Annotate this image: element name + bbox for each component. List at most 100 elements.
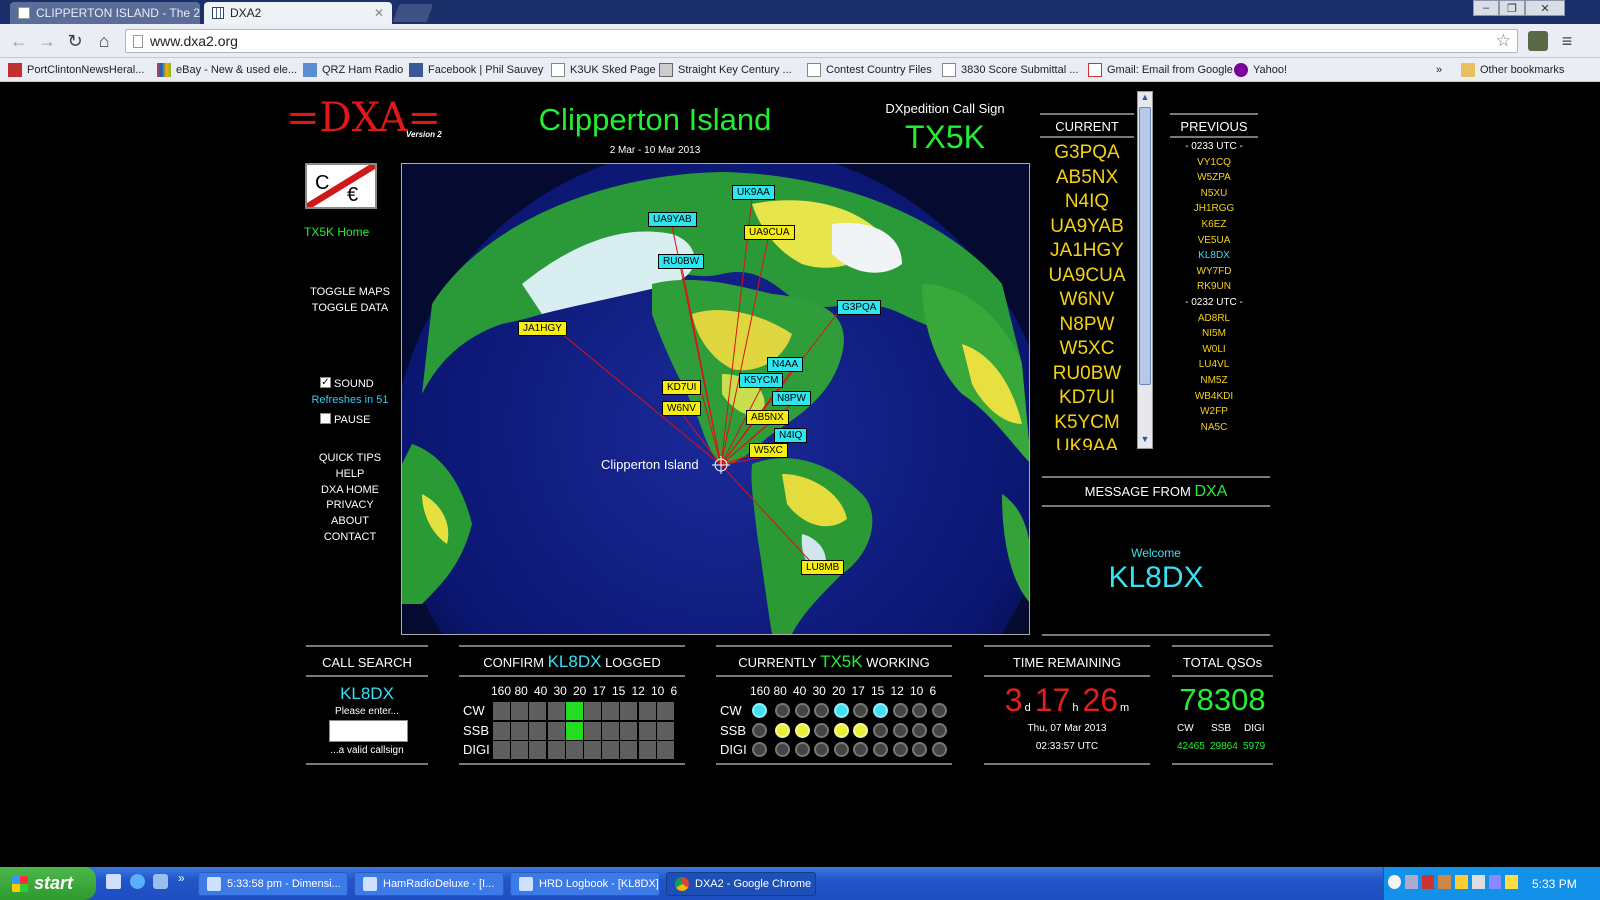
previous-call[interactable]: NI5M	[1164, 326, 1264, 342]
nav-dxa-home[interactable]: DXA HOME	[300, 484, 400, 496]
current-call[interactable]: AB5NX	[1040, 165, 1134, 190]
taskbar-item[interactable]: HRD Logbook - [KL8DX]	[510, 872, 660, 896]
previous-call[interactable]: RK9UN	[1164, 279, 1264, 295]
nav-contact[interactable]: CONTACT	[300, 531, 400, 543]
current-call[interactable]: UA9CUA	[1040, 263, 1134, 288]
bookmark-item[interactable]: Gmail: Email from Google	[1088, 62, 1233, 78]
bookmarks-overflow[interactable]: »	[1436, 62, 1442, 78]
previous-call[interactable]: K6EZ	[1164, 217, 1264, 233]
bookmark-item[interactable]: eBay - New & used ele...	[157, 62, 297, 78]
bookmark-item[interactable]: PortClintonNewsHeral...	[8, 62, 144, 78]
previous-call[interactable]: LU4VL	[1164, 357, 1264, 373]
quicklaunch-icon[interactable]	[153, 874, 168, 889]
current-call[interactable]: RU0BW	[1040, 361, 1134, 386]
star-icon[interactable]: ☆	[1496, 31, 1511, 51]
bookmark-item[interactable]: Straight Key Century ...	[659, 62, 792, 78]
tray-icon[interactable]	[1505, 875, 1518, 889]
previous-call[interactable]: VE5UA	[1164, 233, 1264, 249]
current-call[interactable]: KD7UI	[1040, 385, 1134, 410]
previous-call[interactable]: VY1CQ	[1164, 155, 1264, 171]
ie-icon[interactable]	[130, 874, 145, 889]
scroll-up-icon[interactable]: ▲	[1138, 92, 1152, 106]
bookmark-item[interactable]: K3UK Sked Page	[551, 62, 656, 78]
scroll-thumb[interactable]	[1139, 107, 1151, 385]
nav-privacy[interactable]: PRIVACY	[300, 499, 400, 511]
sound-checkbox[interactable]: ✓	[320, 377, 331, 388]
taskbar-item[interactable]: HamRadioDeluxe - [I...	[354, 872, 504, 896]
current-call[interactable]: G3PQA	[1040, 140, 1134, 165]
bookmark-item[interactable]: QRZ Ham Radio	[303, 62, 403, 78]
tray-icon[interactable]	[1404, 875, 1418, 889]
bookmark-item[interactable]: Yahoo!	[1234, 62, 1287, 78]
minimize-icon[interactable]: –	[1473, 0, 1499, 16]
previous-call[interactable]: WY7FD	[1164, 264, 1264, 280]
close-icon[interactable]: ✕	[374, 6, 384, 20]
home-icon[interactable]: ⌂	[93, 31, 115, 51]
previous-call[interactable]: AD8RL	[1164, 311, 1264, 327]
bookmark-item[interactable]: Contest Country Files	[807, 62, 932, 78]
callsign-search-input[interactable]	[329, 720, 408, 742]
menu-icon[interactable]: ≡	[1556, 31, 1578, 51]
scroll-down-icon[interactable]: ▼	[1138, 434, 1152, 448]
map-label-ab5nx[interactable]: AB5NX	[746, 410, 789, 425]
map-label-ru0bw[interactable]: RU0BW	[658, 254, 705, 269]
previous-call[interactable]: W2FP	[1164, 404, 1264, 420]
tx5k-logo[interactable]: C €	[305, 163, 377, 209]
current-call[interactable]: N4IQ	[1040, 189, 1134, 214]
current-call[interactable]: W5XC	[1040, 336, 1134, 361]
map-label-n8pw[interactable]: N8PW	[772, 391, 811, 406]
back-icon[interactable]: ←	[8, 31, 30, 51]
map-label-k5ycm[interactable]: K5YCM	[739, 373, 784, 388]
bookmark-item[interactable]: 3830 Score Submittal ...	[942, 62, 1078, 78]
map-label-n4aa[interactable]: N4AA	[767, 357, 804, 372]
home-link[interactable]: TX5K Home	[304, 225, 369, 239]
current-call[interactable]: W6NV	[1040, 287, 1134, 312]
quicklaunch-overflow[interactable]: »	[178, 871, 185, 885]
current-scrollbar[interactable]: ▲ ▼	[1137, 91, 1153, 449]
map-label-ua9cua[interactable]: UA9CUA	[744, 225, 795, 240]
previous-call[interactable]: KL8DX	[1164, 248, 1264, 264]
previous-call[interactable]: N5XU	[1164, 186, 1264, 202]
map-label-g3pqa[interactable]: G3PQA	[837, 300, 882, 315]
tray-icon[interactable]	[1438, 875, 1451, 889]
current-call[interactable]: UA9YAB	[1040, 214, 1134, 239]
current-call[interactable]: UK9AA	[1040, 434, 1134, 450]
map-label-uk9aa[interactable]: UK9AA	[732, 185, 775, 200]
tab-dxa2[interactable]: DXA2 ✕	[204, 2, 392, 24]
map-label-w5xc[interactable]: W5XC	[749, 443, 788, 458]
restore-icon[interactable]: ❐	[1499, 0, 1525, 16]
extension-icon[interactable]	[1528, 31, 1548, 51]
nav-help[interactable]: HELP	[300, 468, 400, 480]
forward-icon[interactable]: →	[36, 31, 58, 51]
previous-call[interactable]: NM5Z	[1164, 373, 1264, 389]
tray-icon[interactable]	[1421, 875, 1435, 889]
taskbar-clock[interactable]: 5:33 PM	[1532, 877, 1577, 891]
map-label-lu8mb[interactable]: LU8MB	[801, 560, 845, 575]
previous-call[interactable]: W5ZPA	[1164, 170, 1264, 186]
start-button[interactable]: start	[0, 867, 96, 900]
previous-call[interactable]: WB4KDI	[1164, 389, 1264, 405]
map-label-n4iq[interactable]: N4IQ	[774, 428, 808, 443]
tab-clipperton[interactable]: CLIPPERTON ISLAND - The 2 ✕	[10, 2, 200, 24]
address-bar[interactable]: www.dxa2.org ☆	[125, 29, 1518, 53]
map-label-kd7ui[interactable]: KD7UI	[662, 380, 702, 395]
current-call[interactable]: N8PW	[1040, 312, 1134, 337]
reload-icon[interactable]: ↻	[64, 31, 86, 51]
previous-call[interactable]: JH1RGG	[1164, 201, 1264, 217]
tray-icon[interactable]	[1388, 875, 1401, 889]
map-label-ja1hgy[interactable]: JA1HGY	[518, 321, 567, 336]
current-call[interactable]: K5YCM	[1040, 410, 1134, 435]
close-window-icon[interactable]: ✕	[1525, 0, 1565, 16]
quicklaunch-icon[interactable]	[106, 874, 121, 889]
tray-icon[interactable]	[1488, 875, 1502, 889]
previous-call[interactable]: W0LI	[1164, 342, 1264, 358]
nav-about[interactable]: ABOUT	[300, 515, 400, 527]
new-tab-button[interactable]	[392, 4, 434, 22]
propagation-map[interactable]: Clipperton Island UK9AA UA9YAB UA9CUA RU…	[401, 163, 1030, 635]
tray-icon[interactable]	[1471, 875, 1485, 889]
taskbar-item[interactable]: 5:33:58 pm - Dimensi...	[198, 872, 348, 896]
pause-checkbox[interactable]	[320, 413, 331, 424]
toggle-maps-link[interactable]: TOGGLE MAPS	[300, 286, 400, 298]
map-label-ua9yab[interactable]: UA9YAB	[648, 212, 697, 227]
map-label-w6nv[interactable]: W6NV	[662, 401, 701, 416]
